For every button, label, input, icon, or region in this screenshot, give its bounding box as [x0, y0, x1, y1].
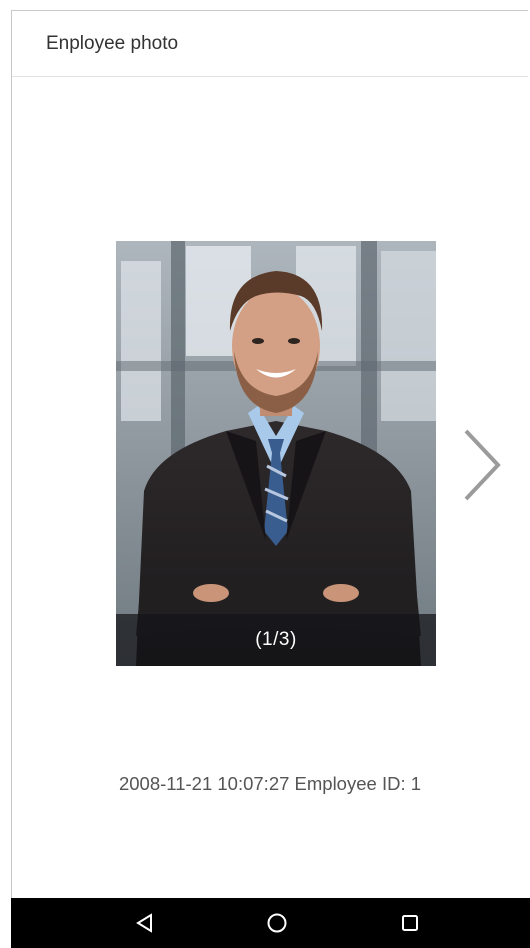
record-info: 2008-11-21 10:07:27 Employee ID: 1: [118, 773, 422, 794]
portrait-image: [116, 241, 436, 666]
recents-square-icon: [402, 915, 418, 931]
page-title: Enployee photo: [46, 33, 179, 54]
home-button[interactable]: [262, 908, 292, 938]
photo-counter-bar: (1/3): [116, 614, 436, 666]
back-button[interactable]: [130, 908, 160, 938]
employee-photo[interactable]: (1/3): [116, 241, 436, 666]
system-navigation-bar: [11, 898, 530, 948]
next-photo-button[interactable]: [458, 425, 506, 505]
back-triangle-icon: [136, 913, 152, 933]
photo-counter: (1/3): [255, 629, 297, 650]
app-window: Enployee photo (1/3) 2008-11-21 10:07:27…: [11, 10, 528, 898]
header-bar: Enployee photo: [12, 11, 528, 77]
chevron-right-icon: [464, 429, 501, 501]
home-circle-icon: [267, 913, 287, 933]
recents-button[interactable]: [395, 908, 425, 938]
